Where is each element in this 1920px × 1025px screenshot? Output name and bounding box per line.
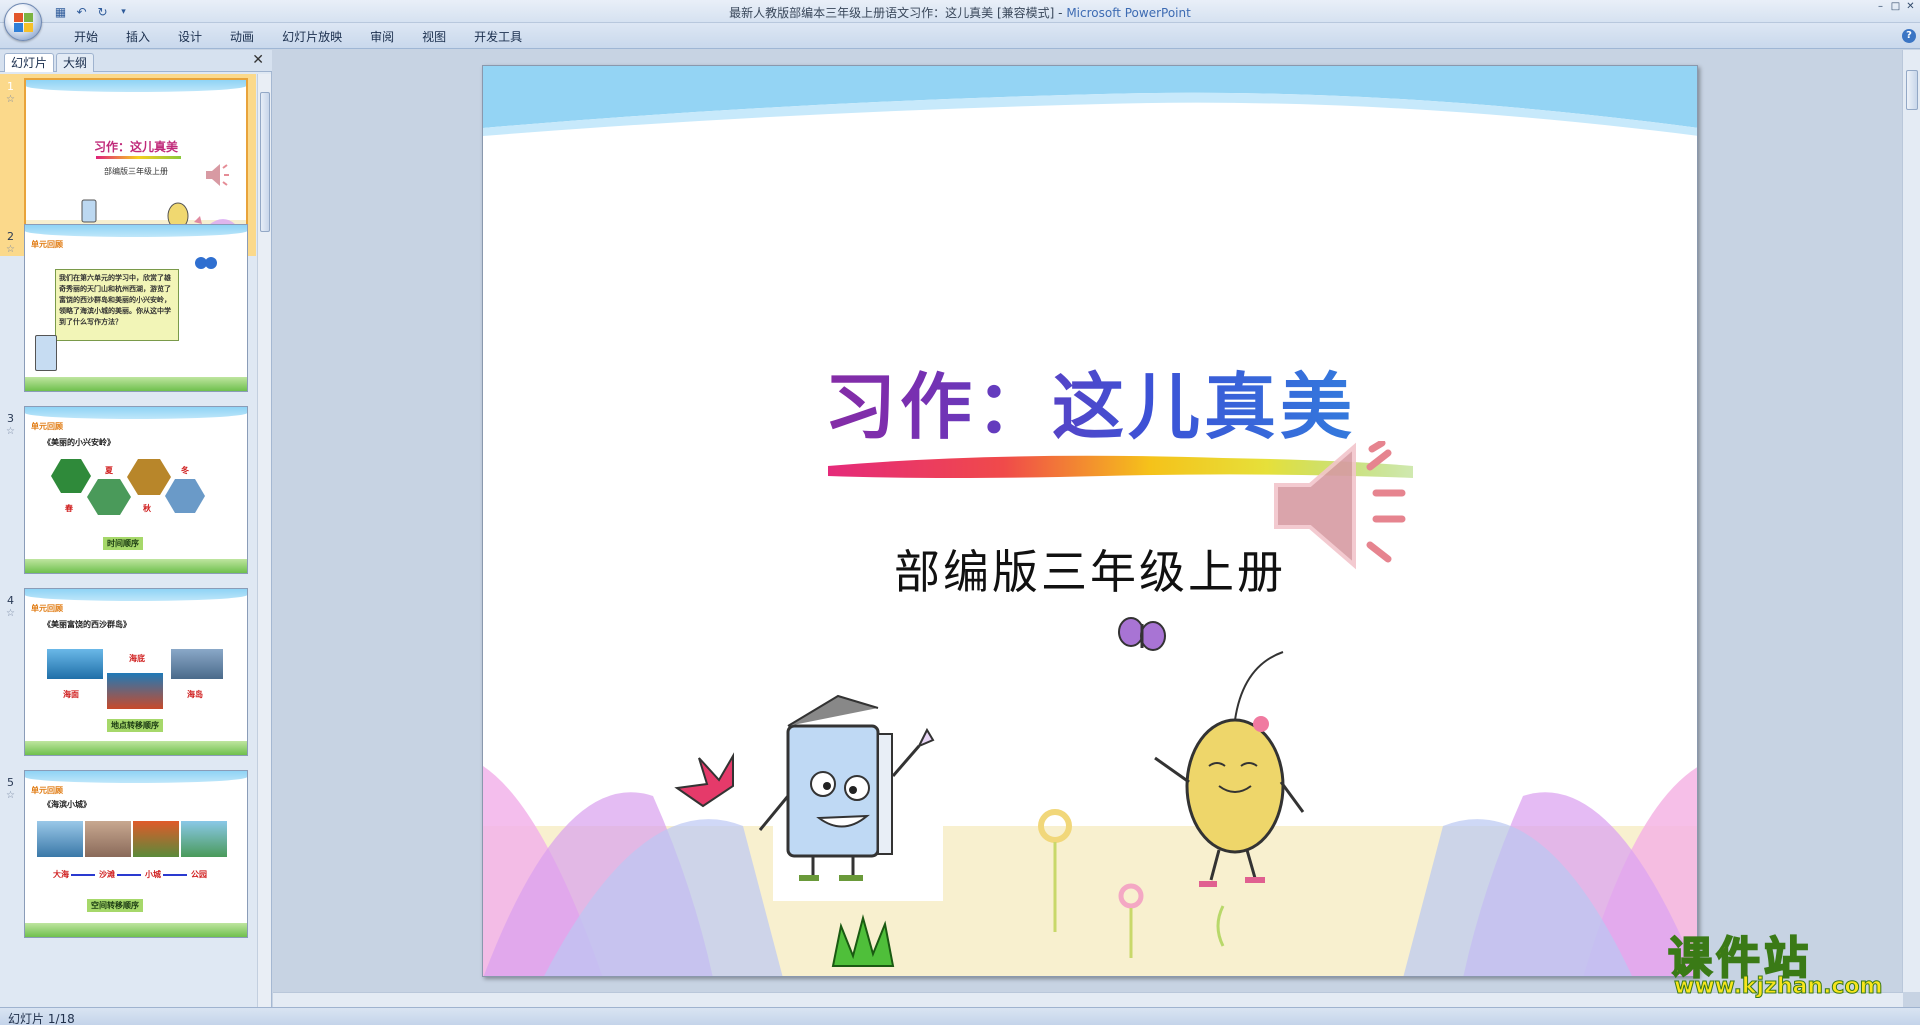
vertical-scroll-thumb[interactable] — [1906, 70, 1918, 110]
title-bar: ▦ ↶ ↻ ▾ 最新人教版部编本三年级上册语文习作：这儿真美 [兼容模式] - … — [0, 0, 1920, 23]
office-logo-icon — [14, 13, 34, 33]
slide-number: 4 — [7, 594, 14, 607]
ribbon: 开始 插入 设计 动画 幻灯片放映 审阅 视图 开发工具 ? — [0, 23, 1920, 49]
tab-view[interactable]: 视图 — [408, 28, 460, 46]
butterfly-icon — [195, 257, 217, 269]
tab-design[interactable]: 设计 — [164, 28, 216, 46]
help-icon[interactable]: ? — [1902, 29, 1916, 43]
powerpoint-window: ▦ ↶ ↻ ▾ 最新人教版部编本三年级上册语文习作：这儿真美 [兼容模式] - … — [0, 0, 1920, 1025]
restore-icon[interactable]: □ — [1888, 0, 1903, 14]
tab-slides[interactable]: 幻灯片 — [4, 53, 55, 72]
slide-thumbnail-2[interactable]: 2 ☆ 单元回顾 我们在第六单元的学习中，欣赏了雄奇秀丽的天门山和杭州西湖，游览… — [0, 224, 256, 394]
slide-subtitle[interactable]: 部编版三年级上册 — [483, 536, 1697, 602]
thumb-pill: 地点转移顺序 — [107, 719, 163, 732]
slide-number: 3 — [7, 412, 14, 425]
watermark-url: www.kjzhan.com — [1674, 974, 1884, 1000]
tab-outline[interactable]: 大纲 — [56, 53, 95, 72]
slide-indicator: 幻灯片 1/18 — [8, 1012, 75, 1025]
thumb-label: 沙滩 — [99, 870, 115, 879]
tab-animation[interactable]: 动画 — [216, 28, 268, 46]
speaker-icon[interactable] — [1268, 441, 1418, 571]
tab-insert[interactable]: 插入 — [112, 28, 164, 46]
close-pane-icon[interactable]: ✕ — [252, 52, 264, 68]
slide-background — [483, 66, 1697, 976]
thumb-label: 小城 — [145, 870, 161, 879]
animation-star-icon: ☆ — [6, 790, 15, 801]
slide-title[interactable]: 习作：这儿真美 — [483, 348, 1697, 453]
thumb-header: 单元回顾 — [31, 786, 63, 795]
pane-tabs: 幻灯片 大纲 ✕ — [0, 50, 272, 72]
animation-star-icon: ☆ — [6, 94, 15, 105]
status-bar: 幻灯片 1/18 — [0, 1007, 1920, 1025]
application-name: Microsoft PowerPoint — [1066, 6, 1191, 20]
thumb-label: 冬 — [181, 466, 189, 475]
thumb-label: 夏 — [105, 466, 113, 475]
minimize-icon[interactable]: – — [1873, 0, 1888, 14]
butterfly — [1118, 617, 1166, 651]
window-title: 最新人教版部编本三年级上册语文习作：这儿真美 [兼容模式] - Microsof… — [0, 4, 1920, 21]
animation-star-icon: ☆ — [6, 244, 15, 255]
slides-pane: 幻灯片 大纲 ✕ 1 ☆ 习作：这儿真美 部编版三年级上册 2 ☆ 单元回顾 我… — [0, 50, 272, 1007]
slide-preview: 单元回顾 《美丽富饶的西沙群岛》 海面 海底 海岛 地点转移顺序 — [24, 588, 248, 756]
thumb-text: 我们在第六单元的学习中，欣赏了雄奇秀丽的天门山和杭州西湖，游览了富饶的西沙群岛和… — [55, 269, 179, 341]
pane-scrollbar[interactable] — [257, 74, 271, 1007]
window-controls: – □ ✕ — [1873, 0, 1918, 14]
thumb-label: 海面 — [63, 690, 79, 699]
current-slide[interactable]: 习作：这儿真美 部编版三年级上册 — [482, 65, 1698, 977]
slide-preview: 习作：这儿真美 部编版三年级上册 — [24, 78, 248, 246]
tab-review[interactable]: 审阅 — [356, 28, 408, 46]
animation-star-icon: ☆ — [6, 426, 15, 437]
slide-thumbnail-5[interactable]: 5 ☆ 单元回顾 《海滨小城》 大海 沙滩 小城 公园 空间转移顺序 — [0, 770, 256, 940]
thumb-book-title: 《美丽的小兴安岭》 — [43, 438, 115, 447]
thumbnail-list: 1 ☆ 习作：这儿真美 部编版三年级上册 2 ☆ 单元回顾 我们在第六单元的学习… — [0, 74, 256, 1007]
animation-star-icon: ☆ — [6, 608, 15, 619]
slide-preview: 单元回顾 《美丽的小兴安岭》 春 夏 秋 冬 时间顺序 — [24, 406, 248, 574]
thumb-label: 大海 — [53, 870, 69, 879]
thumb-header: 单元回顾 — [31, 422, 63, 431]
tab-developer[interactable]: 开发工具 — [460, 28, 536, 46]
kjzhan-watermark-logo: 课件站 www.kjzhan.com — [1667, 922, 1908, 1006]
slide-horizontal-scrollbar[interactable] — [273, 992, 1903, 1007]
thumb-pill: 时间顺序 — [103, 537, 143, 550]
thumb-header: 单元回顾 — [31, 604, 63, 613]
thumb-book-title: 《美丽富饶的西沙群岛》 — [43, 620, 131, 629]
slide-thumbnail-3[interactable]: 3 ☆ 单元回顾 《美丽的小兴安岭》 春 夏 秋 冬 时间顺序 — [0, 406, 256, 576]
thumb-label: 公园 — [191, 870, 207, 879]
close-icon[interactable]: ✕ — [1903, 0, 1918, 14]
slide-thumbnail-4[interactable]: 4 ☆ 单元回顾 《美丽富饶的西沙群岛》 海面 海底 海岛 地点转移顺序 — [0, 588, 256, 758]
document-title: 最新人教版部编本三年级上册语文习作：这儿真美 [兼容模式] - — [729, 6, 1067, 20]
thumb-label: 秋 — [143, 504, 151, 513]
office-button[interactable] — [4, 3, 42, 41]
slide-editing-area: 习作：这儿真美 部编版三年级上册 — [273, 50, 1920, 1007]
thumb-label: 春 — [65, 504, 73, 513]
thumb-header: 单元回顾 — [31, 240, 63, 249]
slide-preview: 单元回顾 《海滨小城》 大海 沙滩 小城 公园 空间转移顺序 — [24, 770, 248, 938]
slide-number: 2 — [7, 230, 14, 243]
thumb-pill: 空间转移顺序 — [87, 899, 143, 912]
slide-vertical-scrollbar[interactable] — [1902, 50, 1920, 992]
tab-home[interactable]: 开始 — [60, 28, 112, 46]
slide-number: 5 — [7, 776, 14, 789]
slide-preview: 单元回顾 我们在第六单元的学习中，欣赏了雄奇秀丽的天门山和杭州西湖，游览了富饶的… — [24, 224, 248, 392]
thumb-label: 海岛 — [187, 690, 203, 699]
tab-slideshow[interactable]: 幻灯片放映 — [268, 28, 356, 46]
slide-number: 1 — [7, 80, 14, 93]
pane-scroll-thumb[interactable] — [260, 92, 270, 232]
thumb-title: 习作：这儿真美 — [93, 140, 178, 154]
thumb-label: 海底 — [129, 654, 145, 663]
speaker-icon — [206, 164, 229, 186]
ribbon-tabs: 开始 插入 设计 动画 幻灯片放映 审阅 视图 开发工具 — [60, 28, 536, 46]
thumb-book-title: 《海滨小城》 — [43, 800, 91, 809]
